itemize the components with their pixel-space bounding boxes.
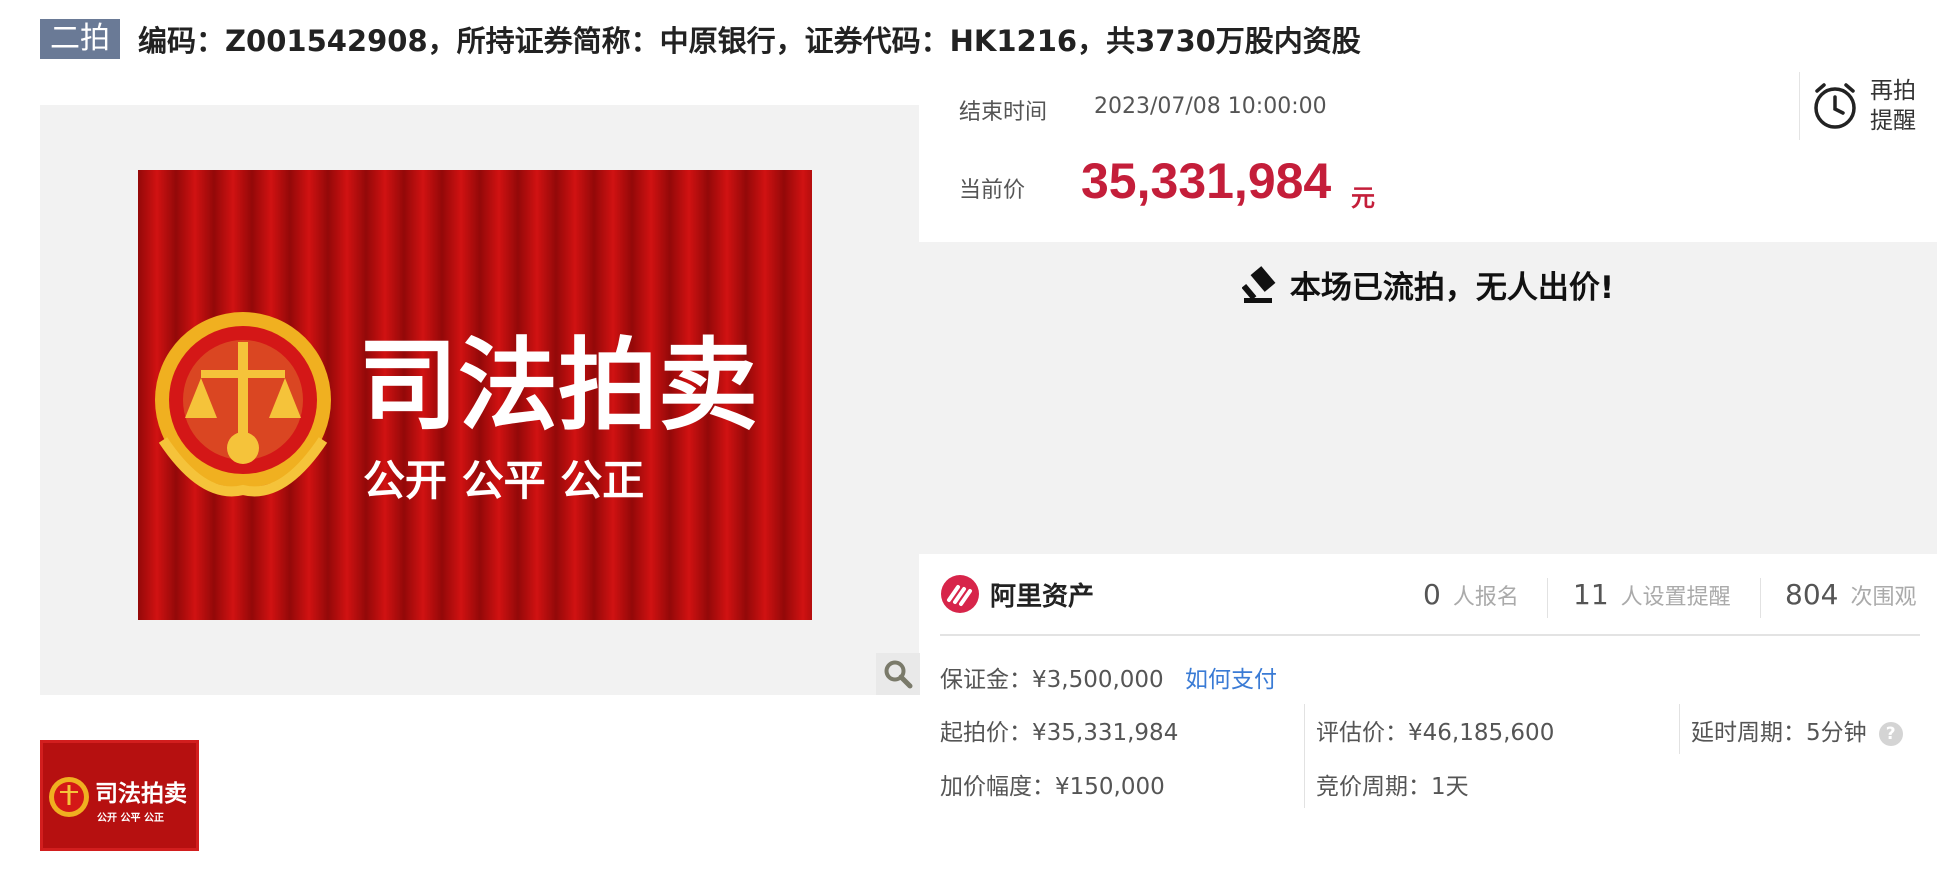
brand-name: 阿里资产 [990, 581, 1095, 612]
delay-period: 延时周期：5分钟 [1691, 720, 1867, 746]
price-unit: 元 [1351, 184, 1375, 212]
auction-status: 本场已流拍，无人出价! [919, 262, 1937, 307]
deposit-row: 保证金：¥3,500,000 如何支付 [940, 660, 1277, 694]
auction-info: 结束时间 2023/07/08 10:00:00 当前价 35,331,984 … [919, 72, 1937, 242]
reminders-label: 人设置提醒 [1620, 585, 1731, 610]
title-row: 二拍 编码：Z001542908，所持证券简称：中原银行，证券代码：HK1216… [40, 18, 1361, 60]
views-label: 次围观 [1850, 585, 1917, 610]
alarm-clock-icon [1814, 83, 1856, 129]
magnifier-icon [884, 660, 913, 689]
page-title: 编码：Z001542908，所持证券简称：中原银行，证券代码：HK1216，共3… [138, 24, 1361, 58]
thumbnail-subtitle: 公开 公平 公正 [97, 812, 164, 824]
valuation: 评估价：¥46,185,600 [1316, 720, 1555, 746]
thumbnail-image[interactable]: 司法拍卖 公开 公平 公正 [40, 740, 199, 851]
auction-status-panel: 本场已流拍，无人出价! [919, 242, 1937, 554]
round-badge: 二拍 [40, 19, 120, 59]
image-gallery: 司法拍卖 公开 公平 公正 [40, 105, 920, 695]
views-count: 804 [1785, 578, 1839, 611]
auction-status-text: 本场已流拍，无人出价! [1289, 270, 1615, 306]
start-price: 起拍价：¥35,331,984 [940, 720, 1179, 746]
delay-period-row: 延时周期：5分钟? [1691, 713, 1903, 747]
banner-title: 司法拍卖 [358, 327, 758, 444]
banner-subtitle: 公开 公平 公正 [363, 456, 644, 505]
divider [1304, 704, 1305, 808]
how-to-pay-link[interactable]: 如何支付 [1185, 667, 1277, 693]
divider [1679, 704, 1680, 754]
gavel-icon [1241, 265, 1276, 303]
deposit-text: 保证金：¥3,500,000 [940, 667, 1164, 693]
court-emblem-icon [155, 312, 331, 497]
signups-stat: 0 人报名 [1423, 578, 1519, 611]
increment: 加价幅度：¥150,000 [940, 774, 1165, 800]
bid-period: 竞价周期：1天 [1316, 774, 1469, 800]
re-auction-reminder-label: 再拍 提醒 [1870, 78, 1916, 134]
stats-row: 阿里资产 0 人报名 11 人设置提醒 804 次围观 [940, 568, 1920, 636]
divider [1760, 578, 1761, 618]
thumbnail-title: 司法拍卖 [95, 781, 187, 807]
divider [1547, 578, 1548, 618]
zoom-button[interactable] [876, 653, 920, 695]
ali-asset-logo-icon [941, 575, 979, 613]
end-time-value: 2023/07/08 10:00:00 [1094, 94, 1327, 119]
reminders-stat: 11 人设置提醒 [1573, 578, 1731, 611]
current-price-value: 35,331,984 [1081, 153, 1332, 209]
main-image[interactable]: 司法拍卖 公开 公平 公正 [138, 170, 812, 620]
judicial-auction-thumbnail: 司法拍卖 公开 公平 公正 [43, 743, 196, 848]
views-stat: 804 次围观 [1785, 578, 1916, 611]
current-price-label: 当前价 [959, 178, 1026, 203]
help-icon[interactable]: ? [1878, 721, 1903, 746]
signups-count: 0 [1423, 578, 1441, 611]
brand[interactable]: 阿里资产 [940, 574, 1094, 614]
re-auction-reminder-button[interactable]: 再拍 提醒 [1799, 72, 1937, 140]
end-time-label: 结束时间 [959, 100, 1048, 125]
signups-label: 人报名 [1452, 585, 1519, 610]
judicial-auction-banner: 司法拍卖 公开 公平 公正 [138, 170, 812, 620]
reminders-count: 11 [1573, 578, 1609, 611]
